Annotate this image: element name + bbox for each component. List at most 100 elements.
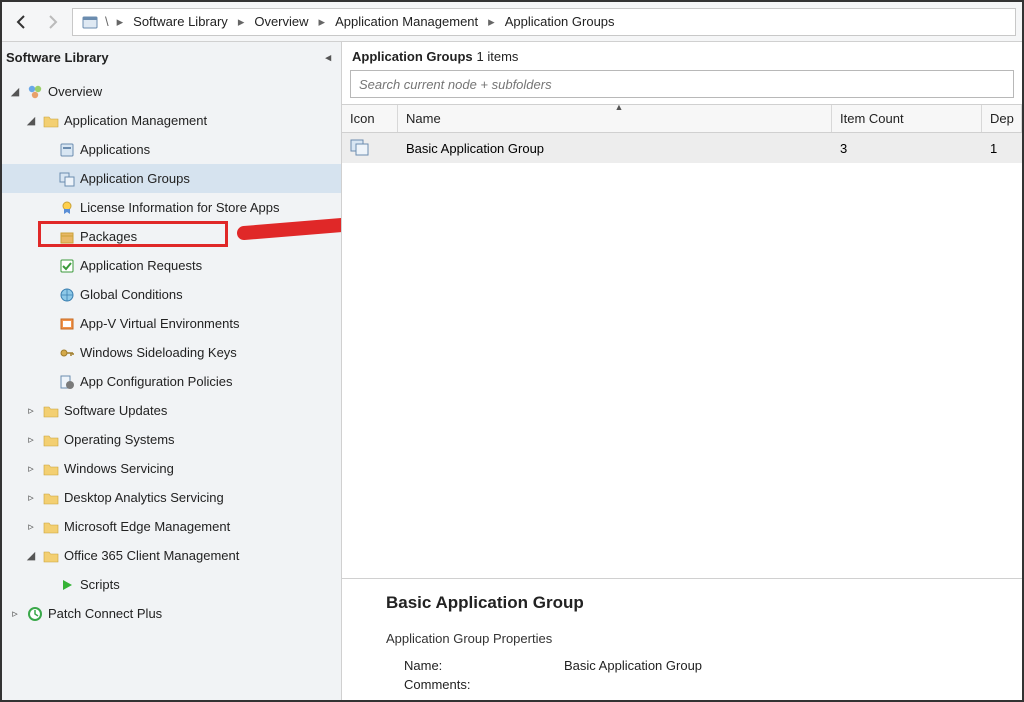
detail-panel: Basic Application Group Application Grou… (342, 578, 1022, 700)
tree-node-app-management[interactable]: ◢ Application Management (2, 106, 341, 135)
applications-icon (58, 141, 76, 159)
back-button[interactable] (8, 8, 36, 36)
prop-comments-label: Comments: (404, 677, 564, 692)
address-bar: \ ▸ Software Library ▸ Overview ▸ Applic… (2, 2, 1022, 42)
grid-header: Icon ▲ Name Item Count Dep (342, 104, 1022, 133)
folder-icon (42, 489, 60, 507)
license-icon (58, 199, 76, 217)
row-item-count: 3 (832, 141, 982, 156)
column-icon[interactable]: Icon (342, 105, 398, 132)
tree-label: Windows Servicing (64, 461, 174, 476)
tree-node-app-requests[interactable]: · Application Requests (2, 251, 341, 280)
tree-label: Application Management (64, 113, 207, 128)
column-name-label: Name (406, 111, 441, 126)
packages-icon (58, 228, 76, 246)
key-icon (58, 344, 76, 362)
detail-heading: Basic Application Group (386, 593, 1004, 613)
sort-indicator-icon: ▲ (615, 102, 624, 112)
chevron-right-icon: ▸ (486, 14, 497, 30)
tree-node-office365[interactable]: ◢ Office 365 Client Management (2, 541, 341, 570)
tree-node-software-updates[interactable]: ▹ Software Updates (2, 396, 341, 425)
chevron-right-icon: ▸ (317, 14, 328, 30)
tree-label: Applications (80, 142, 150, 157)
chevron-right-icon: ▸ (115, 14, 126, 30)
application-groups-icon (58, 170, 76, 188)
tree-label: App Configuration Policies (80, 374, 232, 389)
breadcrumb[interactable]: \ ▸ Software Library ▸ Overview ▸ Applic… (72, 8, 1016, 36)
column-dep[interactable]: Dep (982, 105, 1022, 132)
tree-node-application-groups[interactable]: · Application Groups (2, 164, 341, 193)
column-name[interactable]: ▲ Name (398, 105, 832, 132)
tree-label: Overview (48, 84, 102, 99)
sidebar: Software Library ◂ ◢ Overview ◢ Applicat… (2, 42, 342, 700)
tree-node-patch-connect[interactable]: ▹ Patch Connect Plus (2, 599, 341, 628)
chevron-right-icon: ▸ (236, 14, 247, 30)
appv-icon (58, 315, 76, 333)
tree-node-windows-servicing[interactable]: ▹ Windows Servicing (2, 454, 341, 483)
tree-node-packages[interactable]: · Packages (2, 222, 341, 251)
forward-button[interactable] (38, 8, 66, 36)
tree-node-app-config[interactable]: · App Configuration Policies (2, 367, 341, 396)
row-name: Basic Application Group (398, 141, 832, 156)
overview-icon (26, 83, 44, 101)
breadcrumb-item[interactable]: Application Groups (501, 12, 619, 31)
tree-node-applications[interactable]: · Applications (2, 135, 341, 164)
tree-label: Operating Systems (64, 432, 175, 447)
tree-label: Global Conditions (80, 287, 183, 302)
detail-section-title: Application Group Properties (386, 631, 1004, 646)
breadcrumb-item[interactable]: Software Library (129, 12, 232, 31)
breadcrumb-root: \ (103, 14, 111, 29)
tree-node-global-conditions[interactable]: · Global Conditions (2, 280, 341, 309)
folder-icon (42, 547, 60, 565)
tree-label: Patch Connect Plus (48, 606, 162, 621)
prop-name-value: Basic Application Group (564, 658, 702, 673)
tree-label: App-V Virtual Environments (80, 316, 239, 331)
folder-icon (42, 431, 60, 449)
breadcrumb-item[interactable]: Overview (250, 12, 312, 31)
app-requests-icon (58, 257, 76, 275)
list-heading: Application Groups 1 items (342, 42, 1022, 66)
folder-icon (42, 518, 60, 536)
tree-label: Software Updates (64, 403, 167, 418)
search-input[interactable] (350, 70, 1014, 98)
tree-label: License Information for Store Apps (80, 200, 279, 215)
tree-label: Desktop Analytics Servicing (64, 490, 224, 505)
folder-icon (42, 112, 60, 130)
sidebar-title: Software Library ◂ (2, 42, 341, 73)
tree-node-overview[interactable]: ◢ Overview (2, 77, 341, 106)
tree-node-appv[interactable]: · App-V Virtual Environments (2, 309, 341, 338)
list-count: 1 items (477, 49, 519, 64)
tree-label: Microsoft Edge Management (64, 519, 230, 534)
tree-node-sideloading[interactable]: · Windows Sideloading Keys (2, 338, 341, 367)
main-panel: Application Groups 1 items Icon ▲ Name I… (342, 42, 1022, 700)
row-dep: 1 (982, 141, 1022, 156)
folder-icon (42, 460, 60, 478)
patch-connect-icon (26, 605, 44, 623)
column-item-count[interactable]: Item Count (832, 105, 982, 132)
tree-label: Scripts (80, 577, 120, 592)
tree-node-operating-systems[interactable]: ▹ Operating Systems (2, 425, 341, 454)
tree-node-scripts[interactable]: · Scripts (2, 570, 341, 599)
tree-label: Application Groups (80, 171, 190, 186)
table-row[interactable]: Basic Application Group 3 1 (342, 133, 1022, 163)
tree-node-edge-management[interactable]: ▹ Microsoft Edge Management (2, 512, 341, 541)
list-title: Application Groups (352, 49, 473, 64)
tree-node-desktop-analytics[interactable]: ▹ Desktop Analytics Servicing (2, 483, 341, 512)
home-icon (81, 13, 99, 31)
tree-node-license-info[interactable]: · License Information for Store Apps (2, 193, 341, 222)
grid-empty-area (342, 163, 1022, 578)
tree-label: Windows Sideloading Keys (80, 345, 237, 360)
breadcrumb-item[interactable]: Application Management (331, 12, 482, 31)
scripts-icon (58, 576, 76, 594)
folder-icon (42, 402, 60, 420)
config-policies-icon (58, 373, 76, 391)
prop-name-label: Name: (404, 658, 564, 673)
tree-label: Application Requests (80, 258, 202, 273)
tree-label: Packages (80, 229, 137, 244)
sidebar-title-label: Software Library (6, 50, 109, 65)
tree-label: Office 365 Client Management (64, 548, 239, 563)
collapse-sidebar-icon[interactable]: ◂ (325, 51, 331, 64)
nav-tree: ◢ Overview ◢ Application Management · Ap… (2, 73, 341, 632)
row-icon (342, 138, 398, 159)
global-conditions-icon (58, 286, 76, 304)
